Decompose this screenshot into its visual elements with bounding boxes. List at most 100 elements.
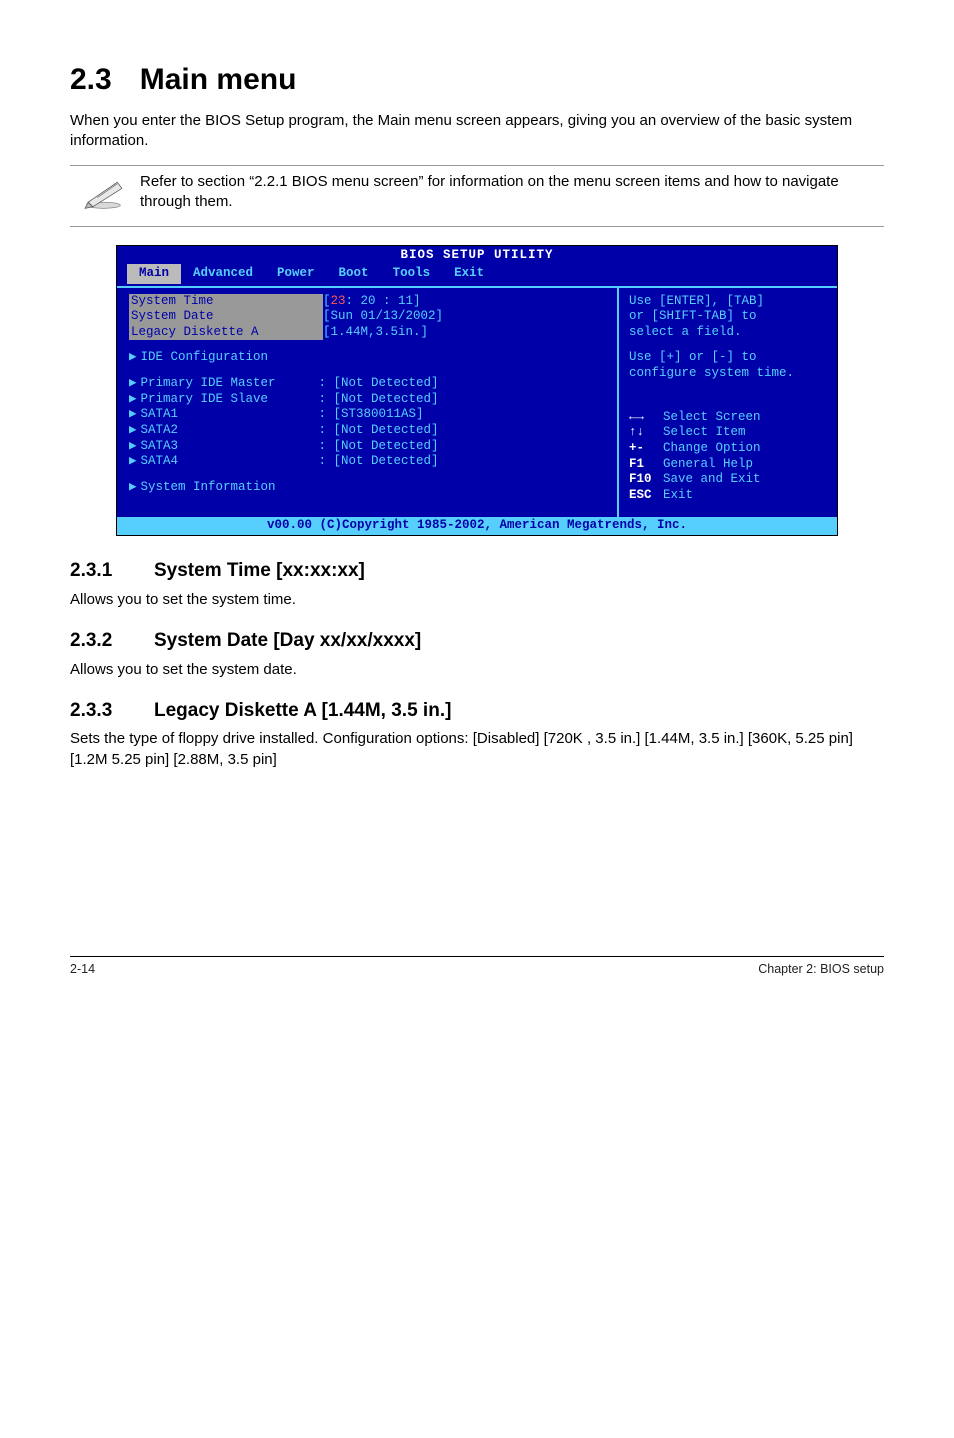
section-heading: 2.3 Main menu	[70, 60, 884, 101]
subsection-body: Allows you to set the system time.	[70, 590, 884, 610]
key-text: General Help	[663, 457, 753, 471]
section-intro: When you enter the BIOS Setup program, t…	[70, 111, 884, 152]
value-legacy-diskette: [1.44M,3.5in.]	[323, 325, 428, 341]
bios-tab-exit[interactable]: Exit	[442, 264, 496, 284]
subsection-title: System Time [xx:xx:xx]	[154, 560, 365, 581]
triangle-icon: ▶	[129, 350, 137, 366]
device-label: SATA3	[141, 439, 319, 455]
device-row[interactable]: ▶SATA2: [Not Detected]	[129, 423, 609, 439]
pencil-icon	[70, 172, 140, 216]
section-title-text: Main menu	[140, 63, 297, 96]
triangle-icon: ▶	[129, 392, 137, 408]
value-system-date: [Sun 01/13/2002]	[323, 309, 443, 325]
device-label: Primary IDE Master	[141, 376, 319, 392]
subsection-number: 2.3.3	[70, 698, 154, 724]
help-line: select a field.	[629, 325, 829, 341]
subsection-heading: 2.3.1System Time [xx:xx:xx]	[70, 558, 884, 584]
device-value: : [ST380011AS]	[319, 407, 424, 423]
bios-tab-advanced[interactable]: Advanced	[181, 264, 265, 284]
subsection-number: 2.3.1	[70, 558, 154, 584]
row-system-time[interactable]: System Time [23: 20 : 11]	[129, 294, 609, 310]
device-label: Primary IDE Slave	[141, 392, 319, 408]
device-label: SATA1	[141, 407, 319, 423]
sys-time-hour: 23	[331, 294, 346, 308]
help-line: or [SHIFT-TAB] to	[629, 309, 829, 325]
triangle-icon: ▶	[129, 480, 137, 496]
sys-time-bracket: [	[323, 294, 331, 308]
key-row: ←→Select Screen	[629, 410, 829, 426]
row-legacy-diskette[interactable]: Legacy Diskette A [1.44M,3.5in.]	[129, 325, 609, 341]
key-symbol: ←→	[629, 410, 663, 426]
bios-tab-power[interactable]: Power	[265, 264, 327, 284]
bios-tabs: Main Advanced Power Boot Tools Exit	[117, 264, 837, 286]
bios-screenshot: BIOS SETUP UTILITY Main Advanced Power B…	[116, 245, 838, 536]
key-row: F10Save and Exit	[629, 472, 829, 488]
device-value: : [Not Detected]	[319, 454, 439, 470]
page-footer: 2-14 Chapter 2: BIOS setup	[70, 950, 884, 978]
device-value: : [Not Detected]	[319, 376, 439, 392]
label-legacy-diskette: Legacy Diskette A	[129, 325, 323, 341]
key-text: Save and Exit	[663, 472, 761, 486]
device-list: ▶Primary IDE Master: [Not Detected]▶Prim…	[129, 376, 609, 470]
value-system-time: [23: 20 : 11]	[323, 294, 421, 310]
triangle-icon: ▶	[129, 454, 137, 470]
bios-footer: v00.00 (C)Copyright 1985-2002, American …	[117, 517, 837, 535]
bios-key-legend: ←→Select Screen↑↓Select Item+-Change Opt…	[629, 410, 829, 504]
device-row[interactable]: ▶Primary IDE Slave: [Not Detected]	[129, 392, 609, 408]
key-text: Select Item	[663, 425, 746, 439]
subsection-title: System Date [Day xx/xx/xxxx]	[154, 630, 421, 651]
triangle-icon: ▶	[129, 407, 137, 423]
key-text: Select Screen	[663, 410, 761, 424]
label-system-date: System Date	[129, 309, 323, 325]
bios-tab-tools[interactable]: Tools	[381, 264, 443, 284]
key-row: ESCExit	[629, 488, 829, 504]
note-text: Refer to section “2.2.1 BIOS menu screen…	[140, 172, 884, 213]
label-ide-config: IDE Configuration	[141, 350, 269, 366]
device-row[interactable]: ▶SATA4: [Not Detected]	[129, 454, 609, 470]
subsection-heading: 2.3.3Legacy Diskette A [1.44M, 3.5 in.]	[70, 698, 884, 724]
device-row[interactable]: ▶Primary IDE Master: [Not Detected]	[129, 376, 609, 392]
key-row: ↑↓Select Item	[629, 425, 829, 441]
subsection-title: Legacy Diskette A [1.44M, 3.5 in.]	[154, 700, 451, 721]
key-symbol: F10	[629, 472, 663, 488]
device-label: SATA2	[141, 423, 319, 439]
row-ide-config[interactable]: ▶ IDE Configuration	[129, 350, 609, 366]
device-value: : [Not Detected]	[319, 423, 439, 439]
subsection-body: Allows you to set the system date.	[70, 660, 884, 680]
help-line: Use [ENTER], [TAB]	[629, 294, 829, 310]
key-text: Change Option	[663, 441, 761, 455]
bios-tab-main[interactable]: Main	[127, 264, 181, 284]
key-symbol: ESC	[629, 488, 663, 504]
note-block: Refer to section “2.2.1 BIOS menu screen…	[70, 165, 884, 227]
device-label: SATA4	[141, 454, 319, 470]
key-row: F1General Help	[629, 457, 829, 473]
label-system-time: System Time	[129, 294, 323, 310]
section-number: 2.3	[70, 63, 112, 96]
key-symbol: ↑↓	[629, 425, 663, 441]
chapter-label: Chapter 2: BIOS setup	[758, 961, 884, 978]
subsection-heading: 2.3.2System Date [Day xx/xx/xxxx]	[70, 628, 884, 654]
label-system-info: System Information	[141, 480, 276, 496]
key-row: +-Change Option	[629, 441, 829, 457]
help-line: configure system time.	[629, 366, 829, 382]
subsection-number: 2.3.2	[70, 628, 154, 654]
triangle-icon: ▶	[129, 423, 137, 439]
bios-tab-boot[interactable]: Boot	[327, 264, 381, 284]
triangle-icon: ▶	[129, 439, 137, 455]
device-row[interactable]: ▶SATA3: [Not Detected]	[129, 439, 609, 455]
device-row[interactable]: ▶SATA1: [ST380011AS]	[129, 407, 609, 423]
help-line: Use [+] or [-] to	[629, 350, 829, 366]
page-number: 2-14	[70, 961, 95, 978]
device-value: : [Not Detected]	[319, 439, 439, 455]
key-text: Exit	[663, 488, 693, 502]
bios-help-panel: Use [ENTER], [TAB] or [SHIFT-TAB] to sel…	[619, 288, 837, 518]
bios-left-panel: System Time [23: 20 : 11] System Date [S…	[117, 288, 619, 518]
triangle-icon: ▶	[129, 376, 137, 392]
row-system-info[interactable]: ▶ System Information	[129, 480, 609, 496]
key-symbol: F1	[629, 457, 663, 473]
bios-title: BIOS SETUP UTILITY	[117, 246, 837, 264]
device-value: : [Not Detected]	[319, 392, 439, 408]
key-symbol: +-	[629, 441, 663, 457]
row-system-date[interactable]: System Date [Sun 01/13/2002]	[129, 309, 609, 325]
sys-time-rest: : 20 : 11]	[346, 294, 421, 308]
